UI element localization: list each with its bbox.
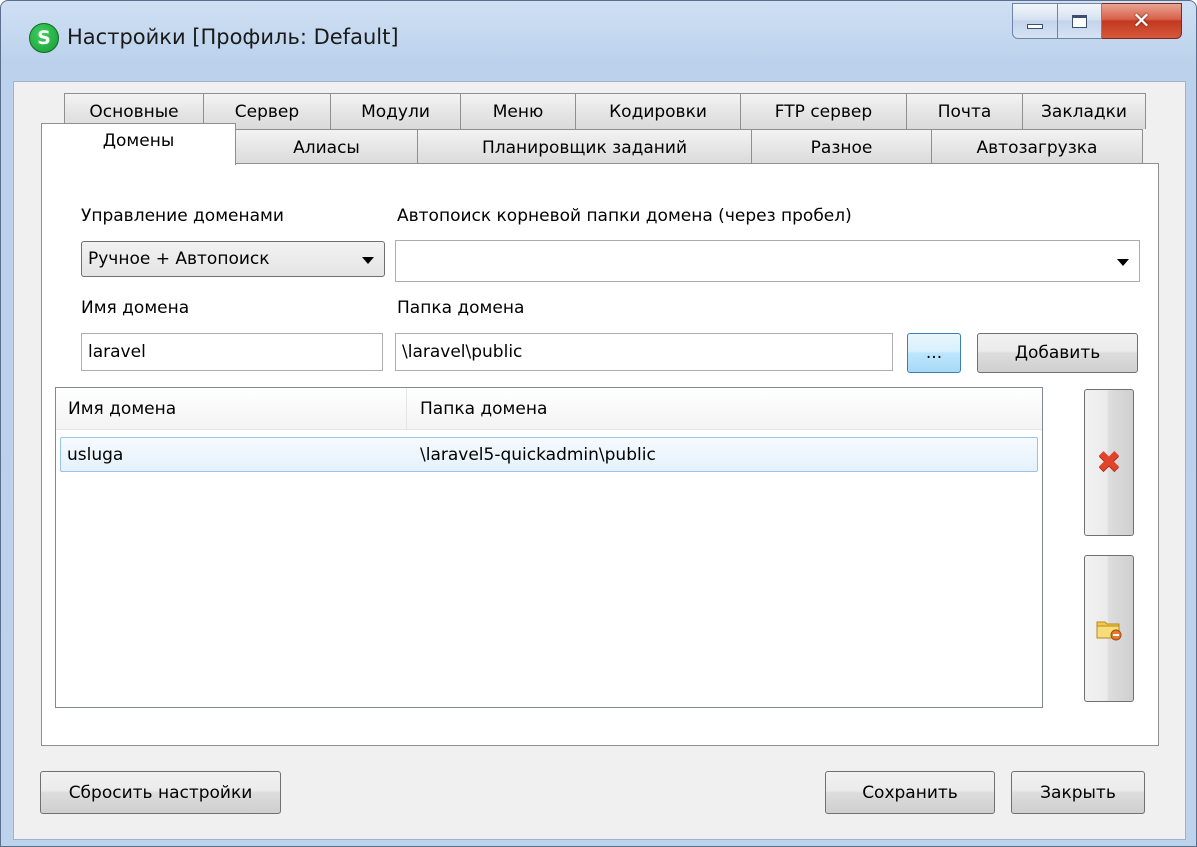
autosearch-label: Автопоиск корневой папки домена (через п… — [397, 206, 852, 226]
tab-autoload[interactable]: Автозагрузка — [931, 129, 1143, 165]
tab-label: Автозагрузка — [976, 137, 1098, 158]
tab-label: Модули — [361, 101, 430, 122]
column-divider[interactable] — [406, 388, 407, 430]
table-row[interactable]: usluga \laravel5-quickadmin\public — [60, 437, 1038, 472]
autosearch-combo[interactable] — [395, 240, 1140, 282]
domain-folder-input[interactable]: \laravel\public — [395, 333, 893, 371]
settings-window: S Настройки [Профиль: Default] ✕ Основны… — [0, 0, 1197, 847]
tab-label: Почта — [937, 101, 992, 122]
domains-table[interactable]: Имя домена Папка домена usluga \laravel5… — [55, 387, 1043, 708]
row-domain-folder: \laravel5-quickadmin\public — [420, 444, 656, 465]
tab-encodings[interactable]: Кодировки — [575, 93, 741, 129]
tab-label: Разное — [810, 137, 873, 158]
tab-modules[interactable]: Модули — [330, 93, 461, 129]
domain-management-select[interactable]: Ручное + Автопоиск — [81, 241, 385, 277]
save-button[interactable]: Сохранить — [825, 771, 995, 814]
remove-folder-button[interactable] — [1084, 555, 1134, 702]
browse-folder-button[interactable]: ... — [907, 333, 961, 373]
tab-label: FTP сервер — [774, 101, 873, 122]
tab-label: Планировщик заданий — [481, 137, 687, 158]
row-domain-name: usluga — [67, 444, 124, 465]
column-header-domain-name[interactable]: Имя домена — [58, 388, 398, 430]
tab-label: Сервер — [234, 101, 300, 122]
tab-aliases[interactable]: Алиасы — [235, 129, 418, 165]
maximize-button[interactable] — [1058, 3, 1102, 39]
domain-folder-label: Папка домена — [397, 298, 525, 318]
tab-misc[interactable]: Разное — [751, 129, 932, 165]
app-logo-letter: S — [37, 27, 51, 49]
tab-mail[interactable]: Почта — [906, 93, 1023, 129]
reset-settings-button[interactable]: Сбросить настройки — [40, 771, 281, 814]
close-button[interactable]: Закрыть — [1011, 771, 1145, 814]
delete-domain-button[interactable]: ✖ — [1084, 389, 1134, 536]
chevron-down-icon — [362, 257, 374, 264]
minimize-button[interactable] — [1012, 3, 1058, 39]
title-bar[interactable]: S Настройки [Профиль: Default] ✕ — [1, 1, 1196, 81]
app-logo-icon: S — [29, 23, 59, 53]
tab-label: Алиасы — [293, 137, 360, 158]
tab-label: Домены — [102, 130, 175, 151]
tab-menu[interactable]: Меню — [460, 93, 576, 129]
window-title: Настройки [Профиль: Default] — [67, 25, 399, 49]
add-domain-button[interactable]: Добавить — [977, 333, 1138, 373]
table-header: Имя домена Папка домена — [56, 388, 1042, 430]
tab-bookmarks[interactable]: Закладки — [1022, 93, 1146, 129]
chevron-down-icon — [1117, 259, 1129, 266]
domain-name-label: Имя домена — [81, 298, 190, 318]
delete-x-icon: ✖ — [1096, 445, 1122, 480]
window-controls: ✕ — [1012, 3, 1182, 41]
tab-ftp-server[interactable]: FTP сервер — [740, 93, 907, 129]
tab-label: Закладки — [1041, 101, 1127, 122]
tab-label: Основные — [89, 101, 179, 122]
column-header-domain-folder[interactable]: Папка домена — [410, 388, 1010, 430]
domain-management-value: Ручное + Автопоиск — [88, 249, 270, 269]
tab-scheduler[interactable]: Планировщик заданий — [417, 129, 752, 165]
minimize-icon — [1027, 23, 1043, 29]
dialog-client-area: Основные Сервер Модули Меню Кодировки FT… — [13, 81, 1186, 840]
maximize-icon — [1072, 14, 1087, 28]
domain-management-label: Управление доменами — [81, 206, 284, 226]
close-window-button[interactable]: ✕ — [1102, 3, 1182, 39]
tab-domains[interactable]: Домены — [41, 123, 236, 165]
tab-label: Меню — [492, 101, 544, 122]
folder-remove-icon — [1096, 621, 1122, 640]
close-icon: ✕ — [1132, 8, 1151, 34]
domain-name-input[interactable]: laravel — [81, 333, 383, 371]
tab-label: Кодировки — [609, 101, 707, 122]
